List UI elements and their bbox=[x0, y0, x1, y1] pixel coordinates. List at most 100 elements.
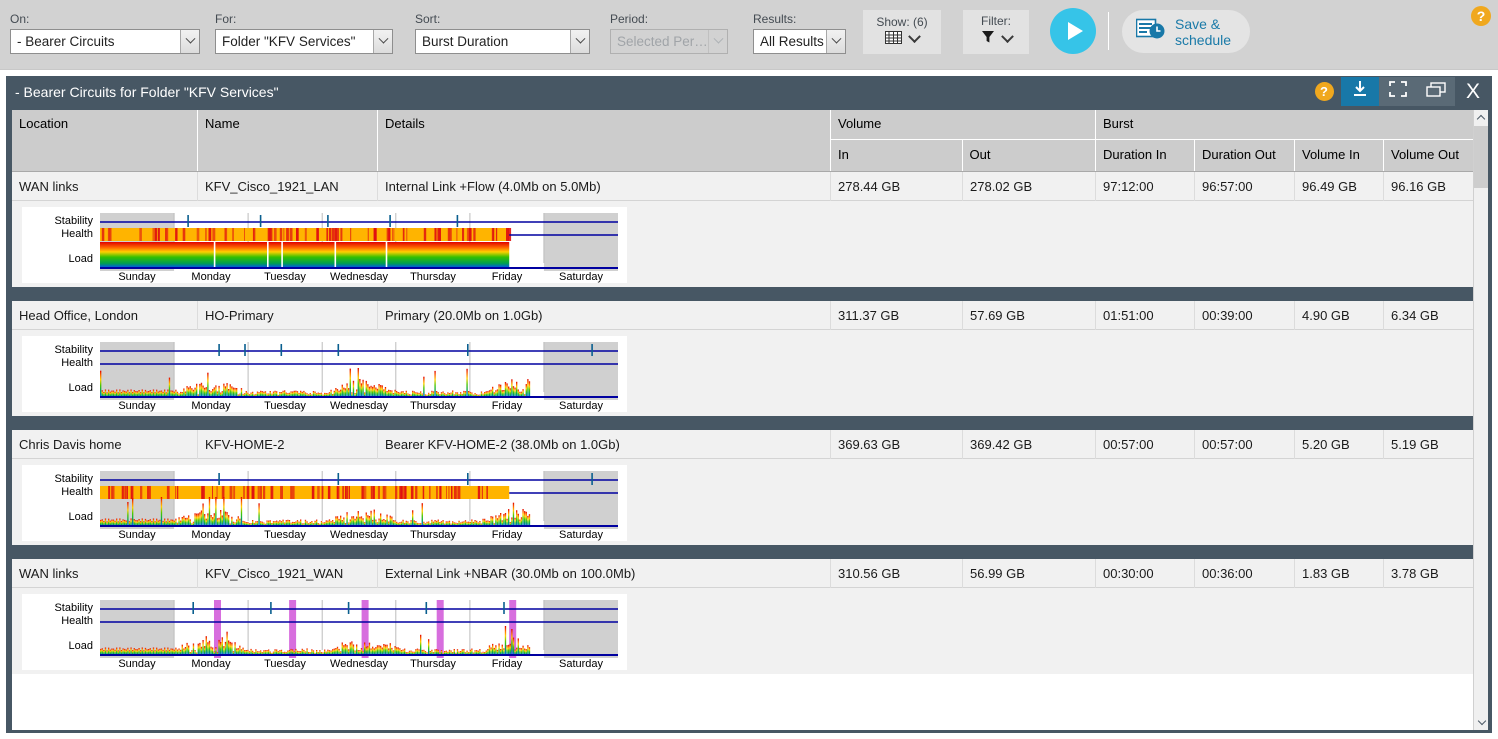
period-label: Period: bbox=[610, 12, 728, 26]
chart-plot-area[interactable] bbox=[100, 213, 618, 271]
show-columns-button[interactable]: Show: (6) bbox=[862, 9, 942, 55]
day-tick-label: Thursday bbox=[410, 658, 456, 670]
chart-plot-area[interactable] bbox=[100, 342, 618, 400]
window-icon bbox=[1426, 82, 1446, 102]
cell-details: External Link +NBAR (30.0Mb on 100.0Mb) bbox=[378, 559, 831, 588]
cell-volume-out: 56.99 GB bbox=[963, 559, 1096, 588]
stability-health-load-chart[interactable]: StabilityHealthLoad SundayMondayTuesdayW… bbox=[22, 207, 627, 283]
filter-button[interactable]: Filter: bbox=[962, 9, 1030, 55]
axis-label-load: Load bbox=[69, 640, 93, 652]
for-label: For: bbox=[215, 12, 393, 26]
axis-label-health: Health bbox=[61, 486, 93, 498]
cell-burst-duration-out: 96:57:00 bbox=[1195, 172, 1295, 201]
axis-label-stability: Stability bbox=[54, 602, 93, 614]
column-header-burst-volume-in[interactable]: Volume In bbox=[1295, 140, 1384, 171]
axis-label-stability: Stability bbox=[54, 344, 93, 356]
axis-label-load: Load bbox=[69, 511, 93, 523]
stability-health-load-chart[interactable]: StabilityHealthLoad SundayMondayTuesdayW… bbox=[22, 594, 627, 670]
day-tick-label: Saturday bbox=[559, 271, 603, 283]
row-separator bbox=[12, 287, 1488, 301]
day-tick-label: Friday bbox=[492, 529, 523, 541]
table-row[interactable]: Chris Davis homeKFV-HOME-2Bearer KFV-HOM… bbox=[12, 430, 1488, 459]
scroll-up-button[interactable] bbox=[1474, 110, 1488, 126]
column-header-burst-duration-out[interactable]: Duration Out bbox=[1195, 140, 1295, 171]
chevron-down-icon[interactable] bbox=[570, 30, 589, 53]
filter-group-results: Results: All Results bbox=[753, 12, 846, 54]
run-report-button[interactable] bbox=[1050, 8, 1096, 54]
chevron-down-icon[interactable] bbox=[826, 30, 845, 53]
axis-label-load: Load bbox=[69, 253, 93, 265]
results-select-value: All Results bbox=[760, 30, 826, 53]
column-header-name[interactable]: Name bbox=[198, 110, 378, 171]
fullscreen-button[interactable] bbox=[1379, 77, 1417, 106]
cell-burst-volume-in: 1.83 GB bbox=[1295, 559, 1384, 588]
download-button[interactable] bbox=[1341, 77, 1379, 106]
cell-volume-out: 369.42 GB bbox=[963, 430, 1096, 459]
cell-burst-duration-in: 00:57:00 bbox=[1096, 430, 1195, 459]
table-body: WAN linksKFV_Cisco_1921_LANInternal Link… bbox=[12, 172, 1488, 674]
cell-name: KFV_Cisco_1921_WAN bbox=[198, 559, 378, 588]
save-and-schedule-button[interactable]: Save & schedule bbox=[1122, 10, 1250, 53]
sort-select[interactable]: Burst Duration bbox=[415, 29, 590, 54]
cell-burst-volume-out: 96.16 GB bbox=[1384, 172, 1473, 201]
download-icon bbox=[1351, 80, 1369, 103]
cell-volume-out: 57.69 GB bbox=[963, 301, 1096, 330]
day-tick-label: Friday bbox=[492, 400, 523, 412]
on-select[interactable]: - Bearer Circuits bbox=[10, 29, 200, 54]
column-header-details[interactable]: Details bbox=[378, 110, 831, 171]
cell-burst-volume-in: 5.20 GB bbox=[1295, 430, 1384, 459]
cell-volume-in: 369.63 GB bbox=[831, 430, 963, 459]
for-select[interactable]: Folder "KFV Services" bbox=[215, 29, 393, 54]
chevron-down-icon[interactable] bbox=[908, 30, 921, 43]
cell-burst-volume-out: 3.78 GB bbox=[1384, 559, 1473, 588]
table-row[interactable]: WAN linksKFV_Cisco_1921_WANExternal Link… bbox=[12, 559, 1488, 588]
sort-label: Sort: bbox=[415, 12, 590, 26]
cell-location: Chris Davis home bbox=[12, 430, 198, 459]
cell-burst-duration-in: 00:30:00 bbox=[1096, 559, 1195, 588]
window-button[interactable] bbox=[1417, 77, 1455, 106]
row-chart-container: StabilityHealthLoad SundayMondayTuesdayW… bbox=[12, 330, 1488, 416]
table-row[interactable]: WAN linksKFV_Cisco_1921_LANInternal Link… bbox=[12, 172, 1488, 201]
close-button[interactable]: X bbox=[1455, 77, 1491, 106]
results-select[interactable]: All Results bbox=[753, 29, 846, 54]
day-tick-label: Monday bbox=[191, 271, 230, 283]
column-header-burst-duration-in[interactable]: Duration In bbox=[1096, 140, 1195, 171]
close-icon: X bbox=[1466, 81, 1480, 102]
stability-health-load-chart[interactable]: StabilityHealthLoad SundayMondayTuesdayW… bbox=[22, 336, 627, 412]
schedule-icon bbox=[1136, 17, 1166, 46]
help-icon[interactable]: ? bbox=[1471, 6, 1491, 26]
scrollbar-thumb[interactable] bbox=[1474, 126, 1488, 188]
cell-volume-in: 310.56 GB bbox=[831, 559, 963, 588]
scroll-down-button[interactable] bbox=[1474, 714, 1488, 730]
play-icon bbox=[1068, 22, 1083, 40]
results-label: Results: bbox=[753, 12, 846, 26]
stability-health-load-chart[interactable]: StabilityHealthLoad SundayMondayTuesdayW… bbox=[22, 465, 627, 541]
on-label: On: bbox=[10, 12, 200, 26]
chevron-down-icon[interactable] bbox=[373, 30, 392, 53]
period-select: Selected Period bbox=[610, 29, 728, 54]
cell-burst-volume-in: 96.49 GB bbox=[1295, 172, 1384, 201]
day-tick-label: Saturday bbox=[559, 658, 603, 670]
column-header-burst-volume-out[interactable]: Volume Out bbox=[1384, 140, 1473, 171]
chevron-down-icon[interactable] bbox=[1001, 30, 1014, 43]
chart-plot-area[interactable] bbox=[100, 600, 618, 658]
panel-action-bar: ? bbox=[1307, 77, 1491, 106]
day-tick-label: Monday bbox=[191, 529, 230, 541]
axis-label-stability: Stability bbox=[54, 473, 93, 485]
cell-location: Head Office, London bbox=[12, 301, 198, 330]
table-row[interactable]: Head Office, LondonHO-PrimaryPrimary (20… bbox=[12, 301, 1488, 330]
vertical-scrollbar[interactable] bbox=[1473, 110, 1488, 730]
day-tick-label: Sunday bbox=[118, 400, 155, 412]
axis-label-health: Health bbox=[61, 228, 93, 240]
axis-label-stability: Stability bbox=[54, 215, 93, 227]
panel-help-button[interactable]: ? bbox=[1307, 77, 1341, 106]
column-header-volume-out[interactable]: Out bbox=[963, 140, 1096, 171]
top-toolbar: On: - Bearer Circuits For: Folder "KFV S… bbox=[0, 0, 1498, 70]
day-tick-label: Sunday bbox=[118, 658, 155, 670]
chart-plot-area[interactable] bbox=[100, 471, 618, 529]
chart-day-labels: SundayMondayTuesdayWednesdayThursdayFrid… bbox=[100, 400, 618, 414]
column-header-volume-in[interactable]: In bbox=[831, 140, 963, 171]
column-header-location[interactable]: Location bbox=[12, 110, 198, 171]
chevron-down-icon[interactable] bbox=[180, 30, 199, 53]
cell-burst-volume-out: 6.34 GB bbox=[1384, 301, 1473, 330]
